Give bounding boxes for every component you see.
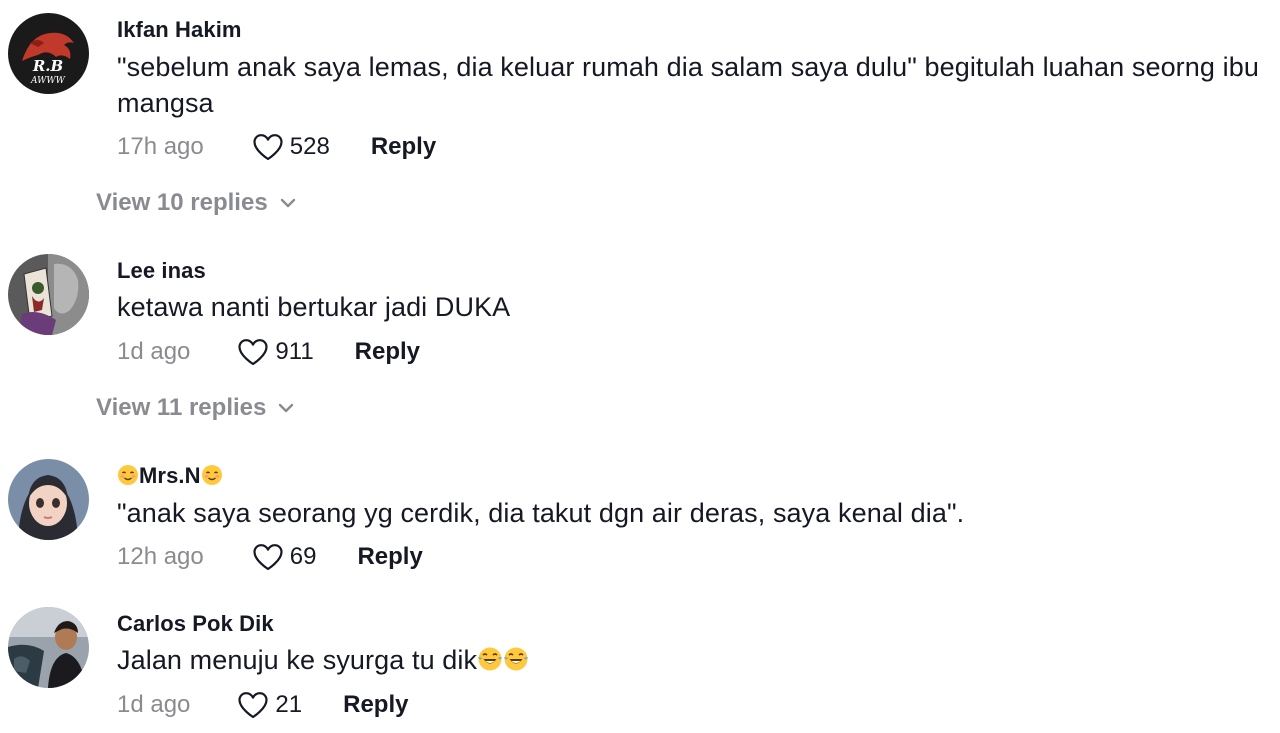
reply-button[interactable]: Reply	[355, 338, 420, 366]
chevron-down-icon	[280, 198, 295, 208]
avatar-image	[8, 459, 89, 540]
view-replies-label: View 11 replies	[96, 394, 267, 421]
comment-username[interactable]: Lee inas	[117, 258, 206, 284]
like-button[interactable]: 69	[252, 543, 317, 571]
comment-meta: 17h ago 528 Reply	[117, 129, 436, 165]
comment-text: ketawa nanti bertukar jadi DUKA	[117, 292, 511, 322]
like-count: 69	[289, 543, 317, 570]
tears-of-joy-emoji	[477, 645, 503, 681]
avatar[interactable]	[8, 459, 89, 540]
avatar[interactable]: R.B AWWW	[8, 13, 89, 94]
reply-button[interactable]: Reply	[371, 133, 436, 161]
heart-outline-icon	[238, 339, 269, 366]
like-count: 911	[275, 338, 314, 365]
avatar[interactable]	[8, 254, 89, 335]
comment-timestamp: 12h ago	[117, 543, 204, 570]
reply-button[interactable]: Reply	[343, 691, 408, 719]
svg-text:AWWW: AWWW	[30, 76, 66, 86]
comment-text-body: Jalan menuju ke syurga tu dik	[117, 645, 478, 675]
heart-outline-icon	[238, 692, 269, 719]
like-button[interactable]: 911	[237, 338, 314, 366]
comment-timestamp: 1d ago	[117, 338, 191, 365]
comment-text: Jalan menuju ke syurga tu dik	[117, 642, 1277, 681]
tears-of-joy-emoji	[503, 645, 529, 681]
comment-text: "anak saya seorang yg cerdik, dia takut …	[117, 498, 965, 528]
like-count: 528	[289, 133, 330, 160]
view-replies-label: View 10 replies	[96, 189, 268, 216]
avatar[interactable]	[8, 607, 89, 688]
svg-text:R.B: R.B	[32, 57, 63, 75]
reply-button[interactable]: Reply	[357, 543, 422, 571]
comment-username[interactable]: Carlos Pok Dik	[117, 611, 274, 637]
heart-outline-icon	[253, 544, 283, 571]
comment-text: "sebelum anak saya lemas, dia keluar rum…	[117, 52, 1259, 118]
like-button[interactable]: 21	[237, 691, 302, 719]
comment-timestamp: 1d ago	[117, 691, 191, 718]
comment-username[interactable]: Ikfan Hakim	[117, 17, 242, 43]
like-button[interactable]: 528	[252, 133, 330, 161]
avatar-image	[8, 254, 89, 335]
avatar-image	[8, 607, 89, 688]
smiling-face-emoji	[117, 464, 139, 492]
avatar-image: R.B AWWW	[8, 13, 89, 94]
smiling-face-emoji	[201, 464, 223, 492]
chevron-down-icon	[279, 403, 294, 413]
comment-meta: 1d ago 911 Reply	[117, 334, 420, 370]
comment-timestamp: 17h ago	[117, 133, 204, 160]
heart-outline-icon	[253, 134, 283, 161]
view-replies-button[interactable]: View 10 replies	[96, 189, 296, 217]
view-replies-button[interactable]: View 11 replies	[96, 394, 294, 422]
comment-meta: 1d ago 21 Reply	[117, 687, 408, 723]
like-count: 21	[275, 691, 303, 718]
comment-username-text: Mrs.N	[139, 463, 201, 488]
comment-username[interactable]: Mrs.N	[117, 463, 223, 492]
comment-meta: 12h ago 69 Reply	[117, 539, 423, 575]
